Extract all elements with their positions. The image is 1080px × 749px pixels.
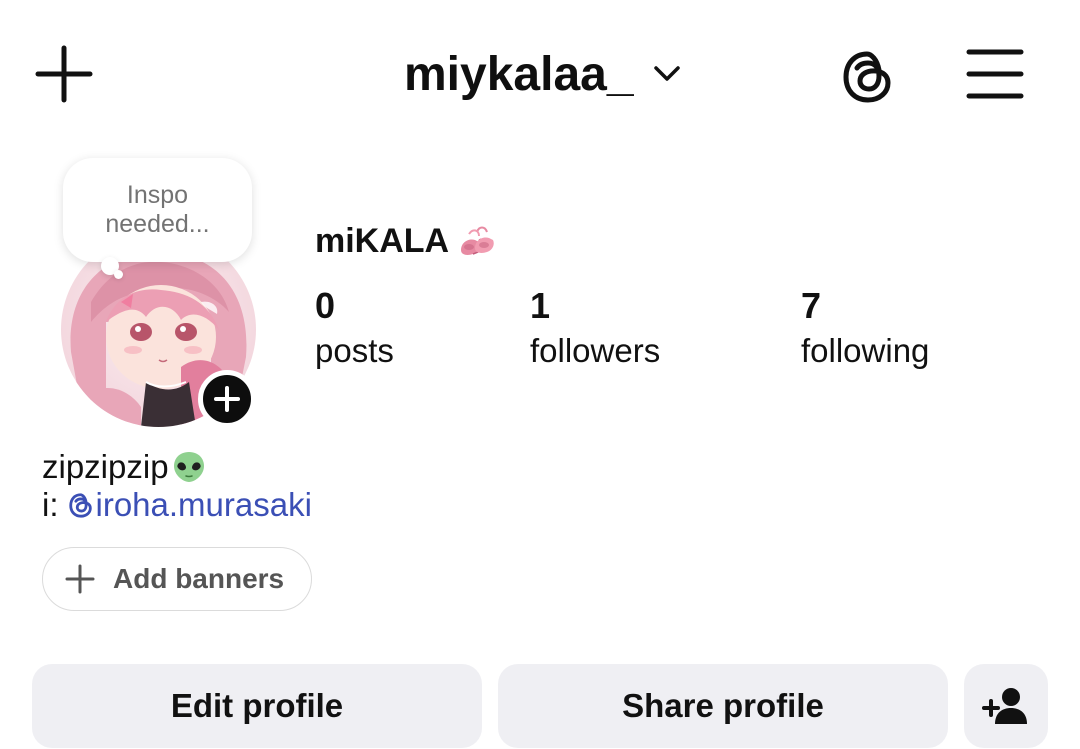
edit-profile-button[interactable]: Edit profile: [32, 664, 482, 748]
bio-line-1: zipzipzip: [42, 448, 312, 486]
add-banners-button[interactable]: Add banners: [42, 547, 312, 611]
threads-button[interactable]: [838, 46, 898, 106]
options-menu-button[interactable]: [966, 46, 1024, 102]
note-bubble[interactable]: Inspo needed...: [63, 158, 252, 262]
note-bubble-tail-small: [114, 270, 123, 279]
bio-line-2: i: iroha.murasaki: [42, 486, 312, 524]
chevron-down-icon: [653, 66, 680, 81]
add-banners-label: Add banners: [113, 563, 285, 594]
add-story-button[interactable]: [198, 370, 256, 428]
posts-label: posts: [315, 332, 394, 369]
profile-page: miykalaa_ Inspo needed... miKALA 0 posts…: [0, 0, 1080, 749]
share-profile-button[interactable]: Share profile: [498, 664, 948, 748]
followers-stat[interactable]: 1 followers: [530, 285, 660, 375]
threads-icon: [843, 51, 891, 103]
alien-emoji: [173, 452, 204, 482]
followers-label: followers: [530, 332, 661, 369]
ballet-shoes-emoji: [461, 226, 494, 255]
plus-icon: [214, 386, 240, 412]
posts-stat[interactable]: 0 posts: [315, 285, 394, 375]
note-text: Inspo needed...: [105, 181, 210, 238]
create-button[interactable]: [34, 44, 94, 104]
following-label: following: [801, 332, 930, 369]
account-switcher[interactable]: miykalaa_: [404, 42, 682, 106]
add-person-icon: [982, 688, 1027, 724]
posts-count: 0: [315, 285, 336, 326]
threads-icon: [68, 493, 92, 518]
plus-icon: [65, 564, 95, 594]
threads-mention-link[interactable]: iroha.murasaki: [59, 486, 312, 524]
bio: zipzipzip i: iroha.murasaki: [42, 448, 312, 524]
discover-people-button[interactable]: [964, 664, 1048, 748]
bio-prefix: i:: [42, 486, 59, 523]
bio-text: zipzipzip: [42, 448, 169, 485]
edit-profile-label: Edit profile: [170, 687, 344, 724]
hamburger-menu-icon: [966, 49, 1024, 99]
following-stat[interactable]: 7 following: [801, 285, 929, 375]
mention-username: iroha.murasaki: [95, 486, 312, 523]
share-profile-label: Share profile: [622, 687, 824, 724]
following-count: 7: [801, 285, 822, 326]
display-name-row: miKALA: [315, 218, 499, 264]
username-title: miykalaa_: [404, 47, 634, 101]
display-name: miKALA: [315, 221, 450, 260]
plus-icon: [35, 45, 93, 103]
followers-count: 1: [530, 285, 551, 326]
